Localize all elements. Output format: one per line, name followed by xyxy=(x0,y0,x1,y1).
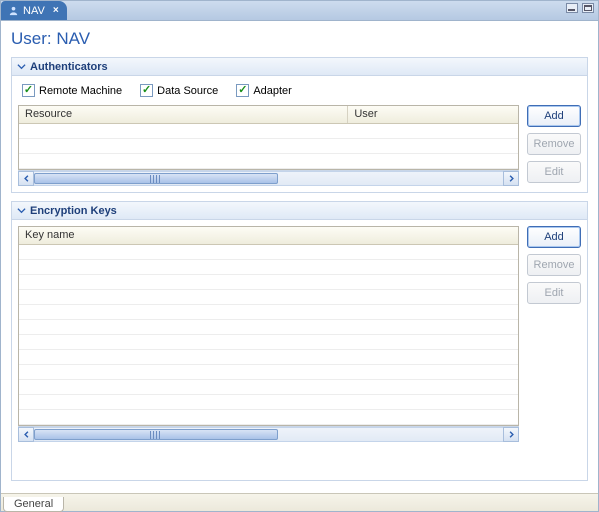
authenticators-table[interactable]: Resource User xyxy=(18,105,519,170)
table-row[interactable] xyxy=(19,260,518,275)
scroll-thumb[interactable] xyxy=(34,173,278,184)
table-row[interactable] xyxy=(19,139,518,154)
maximize-button[interactable] xyxy=(582,3,594,13)
section-header-encryption-keys[interactable]: Encryption Keys xyxy=(12,202,587,220)
table-row[interactable] xyxy=(19,335,518,350)
section-header-authenticators[interactable]: Authenticators xyxy=(12,58,587,76)
table-row[interactable] xyxy=(19,290,518,305)
checkbox-remote-machine[interactable]: ✓ Remote Machine xyxy=(22,84,122,97)
encryption-thead: Key name xyxy=(19,227,518,245)
column-resource[interactable]: Resource xyxy=(19,106,348,123)
table-row[interactable] xyxy=(19,275,518,290)
editor-tabbar: NAV × xyxy=(1,1,598,21)
tab-general[interactable]: General xyxy=(3,497,64,512)
checkbox-adapter[interactable]: ✓ Adapter xyxy=(236,84,292,97)
content-area: User: NAV Authenticators ✓ Remote Machin… xyxy=(1,21,598,493)
add-button[interactable]: Add xyxy=(527,105,581,127)
remove-button: Remove xyxy=(527,254,581,276)
checkbox-icon: ✓ xyxy=(22,84,35,97)
editor-controls xyxy=(566,3,594,13)
add-button[interactable]: Add xyxy=(527,226,581,248)
chevron-down-icon xyxy=(16,206,26,216)
user-icon xyxy=(7,5,19,17)
editor-tab-label: NAV xyxy=(23,5,45,17)
chevron-down-icon xyxy=(16,62,26,72)
table-row[interactable] xyxy=(19,124,518,139)
scroll-left-button[interactable] xyxy=(18,171,34,186)
table-row[interactable] xyxy=(19,154,518,169)
main-window: NAV × User: NAV Authenticators ✓ Remote … xyxy=(0,0,599,512)
table-row[interactable] xyxy=(19,410,518,425)
scroll-right-button[interactable] xyxy=(503,427,519,442)
scroll-thumb[interactable] xyxy=(34,429,278,440)
authenticators-table-wrap: Resource User xyxy=(18,105,519,186)
table-row[interactable] xyxy=(19,305,518,320)
page-title: User: NAV xyxy=(11,29,588,49)
table-row[interactable] xyxy=(19,245,518,260)
table-row[interactable] xyxy=(19,320,518,335)
encryption-hscrollbar[interactable] xyxy=(18,426,519,442)
checkbox-label: Remote Machine xyxy=(39,85,122,97)
authenticators-thead: Resource User xyxy=(19,106,518,124)
section-title-authenticators: Authenticators xyxy=(30,61,108,73)
scroll-track[interactable] xyxy=(34,171,503,186)
encryption-table-wrap: Key name xyxy=(18,226,519,442)
bottom-tabs: General xyxy=(1,493,598,511)
column-user[interactable]: User xyxy=(348,106,518,123)
edit-button: Edit xyxy=(527,282,581,304)
encryption-keys-table[interactable]: Key name xyxy=(18,226,519,426)
section-title-encryption-keys: Encryption Keys xyxy=(30,205,117,217)
encryption-button-column: Add Remove Edit xyxy=(527,226,581,304)
close-icon[interactable]: × xyxy=(49,5,61,17)
authenticators-check-row: ✓ Remote Machine ✓ Data Source ✓ Adapter xyxy=(18,82,581,105)
authenticators-hscrollbar[interactable] xyxy=(18,170,519,186)
section-body-authenticators: ✓ Remote Machine ✓ Data Source ✓ Adapter xyxy=(12,76,587,192)
column-key-name[interactable]: Key name xyxy=(19,227,518,244)
section-encryption-keys: Encryption Keys Key name xyxy=(11,201,588,481)
section-body-encryption-keys: Key name xyxy=(12,220,587,480)
scroll-left-button[interactable] xyxy=(18,427,34,442)
minimize-button[interactable] xyxy=(566,3,578,13)
table-row[interactable] xyxy=(19,365,518,380)
checkbox-label: Adapter xyxy=(253,85,292,97)
checkbox-data-source[interactable]: ✓ Data Source xyxy=(140,84,218,97)
checkbox-label: Data Source xyxy=(157,85,218,97)
checkbox-icon: ✓ xyxy=(236,84,249,97)
scroll-right-button[interactable] xyxy=(503,171,519,186)
table-row[interactable] xyxy=(19,395,518,410)
scroll-track[interactable] xyxy=(34,427,503,442)
edit-button: Edit xyxy=(527,161,581,183)
section-authenticators: Authenticators ✓ Remote Machine ✓ Data S… xyxy=(11,57,588,193)
table-row[interactable] xyxy=(19,380,518,395)
authenticators-button-column: Add Remove Edit xyxy=(527,105,581,183)
encryption-rows xyxy=(19,245,518,425)
authenticators-table-buttons: Resource User xyxy=(18,105,581,186)
table-row[interactable] xyxy=(19,350,518,365)
checkbox-icon: ✓ xyxy=(140,84,153,97)
encryption-table-buttons: Key name xyxy=(18,226,581,474)
remove-button: Remove xyxy=(527,133,581,155)
authenticators-rows xyxy=(19,124,518,169)
editor-tab-nav[interactable]: NAV × xyxy=(1,1,67,20)
